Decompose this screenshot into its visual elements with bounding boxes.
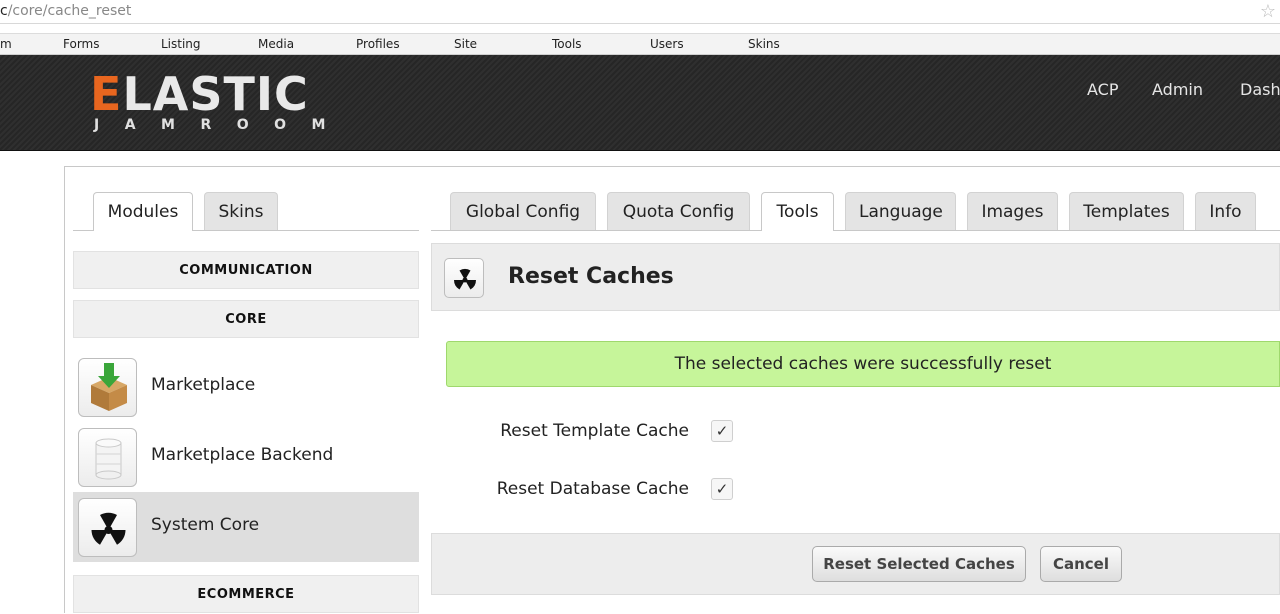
page-title: Reset Caches [508, 264, 674, 289]
menu-item-partial[interactable]: m [0, 37, 12, 51]
tab-tools[interactable]: Tools [761, 192, 834, 231]
tab-language[interactable]: Language [845, 192, 956, 230]
admin-menu-bar: m Forms Listing Media Profiles Site Tool… [0, 33, 1280, 55]
reset-template-cache-label: Reset Template Cache [500, 421, 689, 441]
page-title-bar: Reset Caches [431, 243, 1280, 311]
category-core[interactable]: CORE [73, 300, 419, 338]
radiation-icon [78, 498, 137, 557]
box-download-icon [78, 358, 137, 417]
category-ecommerce[interactable]: ECOMMERCE [73, 575, 419, 613]
tab-images[interactable]: Images [967, 192, 1058, 230]
nav-admin[interactable]: Admin [1152, 80, 1203, 99]
elastic-jamroom-logo[interactable]: ELASTIC JAMROOM [90, 71, 351, 133]
menu-item-users[interactable]: Users [650, 37, 684, 51]
menu-item-forms[interactable]: Forms [63, 37, 99, 51]
tab-info[interactable]: Info [1195, 192, 1256, 230]
tab-modules[interactable]: Modules [93, 192, 193, 231]
database-icon [78, 428, 137, 487]
success-notice: The selected caches were successfully re… [446, 341, 1280, 387]
address-bar[interactable]: c/core/cache_reset ☆ [0, 0, 1280, 24]
sidebar-item-label: System Core [151, 515, 260, 535]
sidebar-item-system-core[interactable]: System Core [73, 492, 419, 562]
reset-template-cache-checkbox[interactable]: ✓ [711, 420, 733, 442]
sidebar-item-marketplace[interactable]: Marketplace [73, 352, 419, 422]
menu-item-site[interactable]: Site [454, 37, 477, 51]
cancel-button[interactable]: Cancel [1040, 546, 1122, 582]
reset-database-cache-checkbox[interactable]: ✓ [711, 478, 733, 500]
tab-templates[interactable]: Templates [1069, 192, 1184, 230]
menu-item-listing[interactable]: Listing [161, 37, 201, 51]
tab-skins[interactable]: Skins [204, 192, 278, 230]
url-text[interactable]: c/core/cache_reset [0, 3, 131, 19]
sidebar-item-marketplace-backend[interactable]: Marketplace Backend [73, 422, 419, 492]
tab-global-config[interactable]: Global Config [450, 192, 596, 230]
menu-item-tools[interactable]: Tools [552, 37, 582, 51]
reset-selected-caches-button[interactable]: Reset Selected Caches [812, 546, 1026, 582]
site-header: ELASTIC JAMROOM ACP Admin Dash [0, 55, 1280, 151]
menu-item-media[interactable]: Media [258, 37, 294, 51]
sidebar-item-label: Marketplace Backend [151, 445, 334, 465]
radiation-icon [444, 258, 484, 298]
nav-acp[interactable]: ACP [1087, 80, 1118, 99]
menu-item-profiles[interactable]: Profiles [356, 37, 400, 51]
category-communication[interactable]: COMMUNICATION [73, 251, 419, 289]
bookmark-star-icon[interactable]: ☆ [1260, 1, 1276, 22]
nav-dashboard[interactable]: Dash [1240, 80, 1280, 99]
menu-item-skins[interactable]: Skins [748, 37, 780, 51]
tab-quota-config[interactable]: Quota Config [607, 192, 750, 230]
reset-database-cache-label: Reset Database Cache [496, 479, 689, 499]
sidebar-item-label: Marketplace [151, 375, 256, 395]
